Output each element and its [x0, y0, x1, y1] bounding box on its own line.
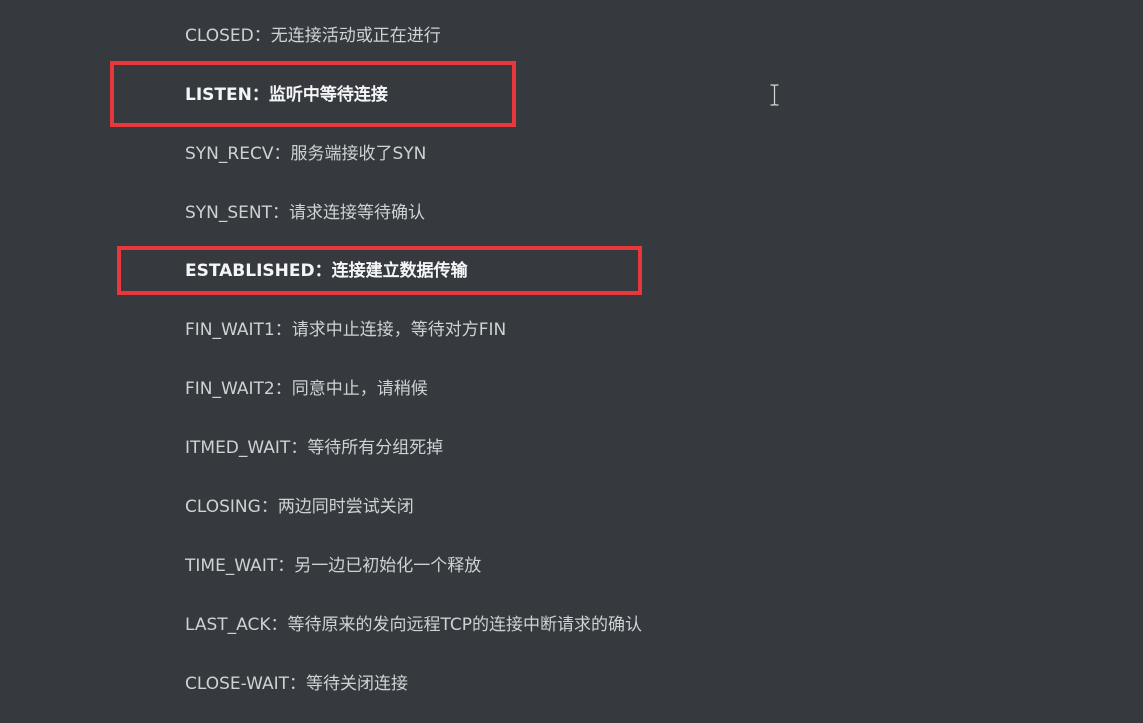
state-separator: ：	[270, 615, 288, 635]
state-description: 请求连接等待确认	[289, 203, 426, 223]
state-name: CLOSED	[185, 26, 254, 46]
state-name: TIME_WAIT	[185, 556, 278, 576]
state-description: 无连接活动或正在进行	[270, 26, 441, 46]
state-description: 同意中止，请稍候	[291, 379, 428, 399]
state-separator: ：	[274, 320, 292, 340]
state-separator: ：	[272, 203, 290, 223]
state-description: 两边同时尝试关闭	[277, 497, 414, 517]
state-separator: ：	[273, 144, 291, 164]
state-separator: ：	[274, 379, 292, 399]
state-line-syn-sent: SYN_SENT：请求连接等待确认	[185, 198, 425, 228]
state-name: SYN_SENT	[185, 203, 273, 223]
state-name: FIN_WAIT2	[185, 379, 275, 399]
state-line-closing: CLOSING：两边同时尝试关闭	[185, 492, 414, 522]
state-line-fin-wait2: FIN_WAIT2：同意中止，请稍候	[185, 374, 428, 404]
state-description: 服务端接收了SYN	[290, 144, 427, 164]
highlight-box-listen	[110, 61, 516, 127]
state-name: LAST_ACK	[185, 615, 271, 635]
state-line-last-ack: LAST_ACK：等待原来的发向远程TCP的连接中断请求的确认	[185, 610, 642, 640]
state-name: FIN_WAIT1	[185, 320, 275, 340]
document-body: CLOSED：无连接活动或正在进行 LISTEN：监听中等待连接 SYN_REC…	[0, 0, 1143, 723]
state-separator: ：	[290, 438, 308, 458]
state-line-syn-recv: SYN_RECV：服务端接收了SYN	[185, 139, 426, 169]
state-line-closed: CLOSED：无连接活动或正在进行	[185, 21, 441, 51]
state-description: 等待所有分组死掉	[307, 438, 444, 458]
state-separator: ：	[253, 26, 271, 46]
state-name: ITMED_WAIT	[185, 438, 291, 458]
highlight-box-established	[117, 246, 642, 295]
state-description: 请求中止连接，等待对方FIN	[291, 320, 507, 340]
state-separator: ：	[260, 497, 278, 517]
state-name: CLOSE-WAIT	[185, 674, 290, 694]
state-description: 另一边已初始化一个释放	[294, 556, 482, 576]
state-description: 等待原来的发向远程TCP的连接中断请求的确认	[287, 615, 643, 635]
state-separator: ：	[277, 556, 295, 576]
state-line-fin-wait1: FIN_WAIT1：请求中止连接，等待对方FIN	[185, 315, 506, 345]
state-name: SYN_RECV	[185, 144, 274, 164]
text-cursor-icon	[770, 84, 779, 106]
state-line-itmed-wait: ITMED_WAIT：等待所有分组死掉	[185, 433, 443, 463]
state-line-time-wait: TIME_WAIT：另一边已初始化一个释放	[185, 551, 481, 581]
state-name: CLOSING	[185, 497, 261, 517]
state-line-close-wait: CLOSE-WAIT：等待关闭连接	[185, 669, 408, 699]
state-separator: ：	[289, 674, 307, 694]
state-description: 等待关闭连接	[306, 674, 409, 694]
